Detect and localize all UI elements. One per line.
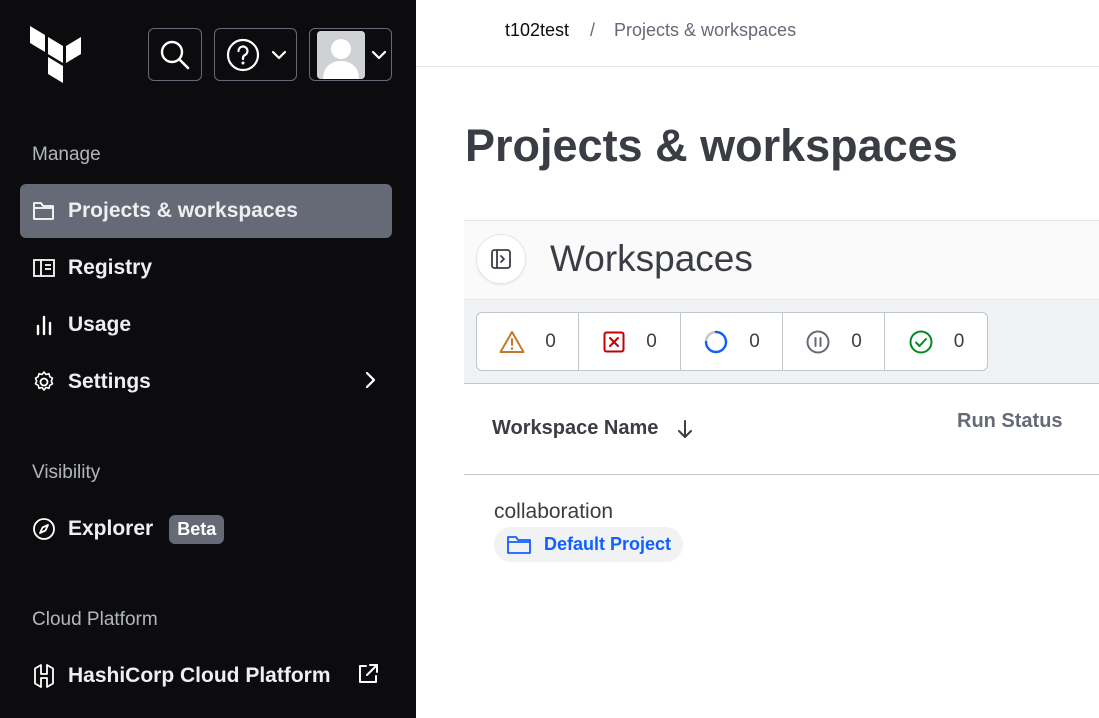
- workspaces-title: Workspaces: [550, 238, 753, 279]
- compass-icon: [32, 517, 56, 541]
- filter-errored[interactable]: 0: [579, 313, 681, 370]
- help-menu-button[interactable]: [214, 28, 297, 81]
- chevron-right-icon: [365, 371, 376, 389]
- sidebar-item-explorer[interactable]: Explorer Beta: [20, 502, 392, 556]
- folder-icon: [32, 199, 56, 223]
- workspaces-header: Workspaces: [464, 220, 1099, 300]
- paused-icon: [806, 330, 830, 353]
- running-icon: [705, 330, 728, 353]
- section-label-manage: Manage: [32, 144, 101, 165]
- bar-chart-icon: [32, 313, 56, 337]
- filter-running[interactable]: 0: [681, 313, 783, 370]
- sidebar-item-usage[interactable]: Usage: [20, 298, 392, 352]
- breadcrumb: t102test / Projects & workspaces: [416, 0, 1099, 67]
- sidebar-item-label: Registry: [68, 256, 153, 279]
- filter-count: 0: [749, 330, 760, 352]
- filter-count: 0: [646, 330, 657, 352]
- column-header-run-status: Run Status: [957, 410, 1063, 432]
- sidebar-item-label: HashiCorp Cloud Platform: [68, 664, 331, 687]
- project-label: Default Project: [544, 534, 672, 554]
- user-menu-button[interactable]: [309, 28, 392, 81]
- filter-count: 0: [851, 330, 862, 352]
- section-label-cloud-platform: Cloud Platform: [32, 609, 158, 630]
- column-label: Workspace Name: [492, 417, 659, 439]
- filter-warning[interactable]: 0: [477, 313, 579, 370]
- warning-icon: [499, 330, 525, 353]
- search-icon: [160, 40, 190, 69]
- status-filter-bar: 0 0 0 0 0: [464, 300, 1099, 384]
- status-filter-group: 0 0 0 0 0: [476, 312, 988, 371]
- external-link-icon: [359, 664, 378, 683]
- filter-paused[interactable]: 0: [783, 313, 885, 370]
- panel-expand-icon: [491, 249, 511, 269]
- filter-count: 0: [545, 330, 556, 352]
- terraform-logo-icon[interactable]: [28, 26, 84, 86]
- breadcrumb-org-link[interactable]: t102test: [505, 20, 569, 41]
- beta-badge: Beta: [169, 514, 225, 544]
- filter-count: 0: [953, 330, 965, 352]
- table-divider: [464, 474, 1099, 475]
- hashicorp-icon: [32, 664, 56, 688]
- page-title: Projects & workspaces: [465, 120, 958, 171]
- chevron-down-icon: [371, 50, 386, 59]
- sidebar-item-projects-workspaces[interactable]: Projects & workspaces: [20, 184, 392, 238]
- project-link[interactable]: Default Project: [494, 527, 684, 562]
- error-icon: [603, 331, 625, 352]
- gear-icon: [32, 370, 56, 394]
- search-button[interactable]: [148, 28, 202, 81]
- sidebar-item-label: Usage: [68, 313, 132, 336]
- chevron-down-icon: [271, 50, 286, 59]
- avatar: [316, 30, 365, 79]
- arrow-down-icon: [678, 419, 693, 438]
- section-label-visibility: Visibility: [32, 462, 101, 483]
- sidebar-item-label: Projects & workspaces: [68, 199, 298, 222]
- sidebar-item-hashicorp-cloud-platform[interactable]: HashiCorp Cloud Platform: [20, 649, 392, 703]
- sidebar-item-settings[interactable]: Settings: [20, 355, 392, 409]
- column-header-workspace-name[interactable]: Workspace Name: [492, 417, 694, 440]
- check-circle-icon: [909, 330, 933, 353]
- breadcrumb-separator: /: [590, 20, 596, 40]
- sidebar-toggle-button[interactable]: [476, 234, 526, 284]
- breadcrumb-current-page: Projects & workspaces: [614, 20, 797, 40]
- registry-icon: [32, 256, 56, 280]
- sidebar-item-label: Explorer: [68, 517, 154, 540]
- sidebar: Manage Projects & workspaces Registry Us…: [0, 0, 416, 718]
- sidebar-item-label: Settings: [68, 370, 151, 393]
- filter-applied[interactable]: 0: [885, 313, 987, 370]
- help-icon: [226, 38, 259, 71]
- folder-icon: [507, 535, 531, 554]
- sidebar-item-registry[interactable]: Registry: [20, 241, 392, 295]
- workspace-name-link[interactable]: collaboration: [494, 500, 613, 524]
